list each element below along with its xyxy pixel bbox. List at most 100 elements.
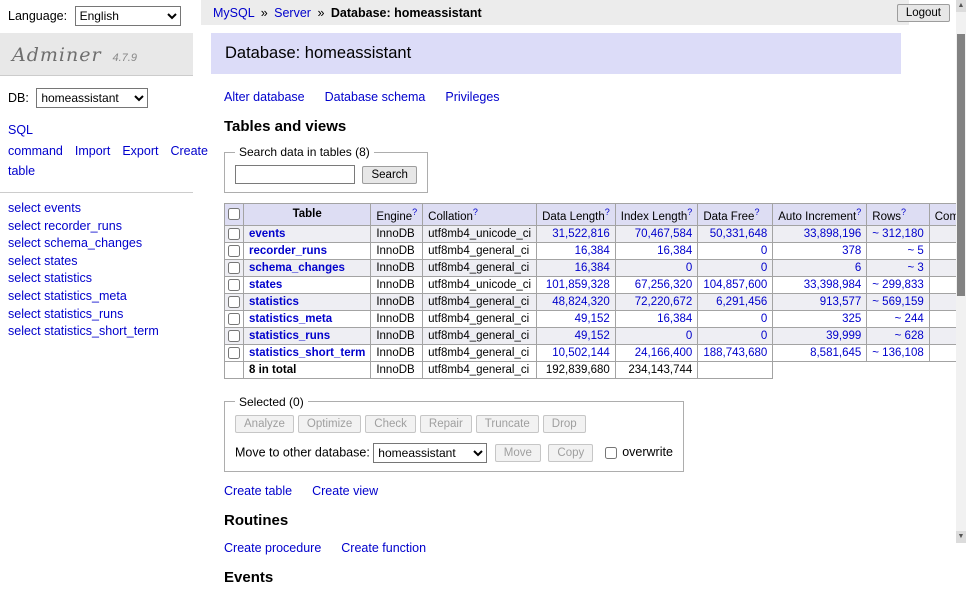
sidebar-table-link[interactable]: select schema_changes bbox=[8, 236, 142, 250]
create-link[interactable]: Create view bbox=[312, 484, 378, 498]
data-free-cell-link[interactable]: 0 bbox=[761, 245, 767, 257]
data-length-cell-link[interactable]: 16,384 bbox=[575, 262, 610, 274]
sidebar-action-link[interactable]: SQL command bbox=[8, 123, 63, 158]
data-length-cell-link[interactable]: 101,859,328 bbox=[546, 279, 610, 291]
index-length-cell-link[interactable]: 24,166,400 bbox=[635, 347, 693, 359]
move-button[interactable]: Move bbox=[495, 444, 541, 462]
select-all-checkbox[interactable] bbox=[228, 208, 240, 220]
row-checkbox[interactable] bbox=[228, 262, 240, 274]
table-name-link[interactable]: recorder_runs bbox=[249, 245, 327, 257]
auto-increment-cell-link[interactable]: 378 bbox=[842, 245, 861, 257]
overwrite-label[interactable]: overwrite bbox=[622, 445, 673, 459]
breadcrumb-server-link[interactable]: Server bbox=[274, 6, 311, 20]
rows-cell-link[interactable]: ~ 136,108 bbox=[872, 347, 923, 359]
table-name-link[interactable]: states bbox=[249, 279, 282, 291]
search-input[interactable] bbox=[235, 165, 355, 184]
help-icon[interactable]: ? bbox=[412, 207, 417, 217]
help-icon[interactable]: ? bbox=[901, 207, 906, 217]
index-length-cell-link[interactable]: 67,256,320 bbox=[635, 279, 693, 291]
search-button[interactable]: Search bbox=[362, 166, 416, 184]
row-checkbox[interactable] bbox=[228, 296, 240, 308]
help-icon[interactable]: ? bbox=[754, 207, 759, 217]
table-name-link[interactable]: events bbox=[249, 228, 285, 240]
move-db-select[interactable]: homeassistant bbox=[373, 443, 487, 463]
sidebar-action-link[interactable]: Export bbox=[122, 144, 158, 158]
table-name-link[interactable]: statistics bbox=[249, 296, 299, 308]
rows-cell-link[interactable]: ~ 569,159 bbox=[872, 296, 923, 308]
auto-increment-cell-link[interactable]: 33,898,196 bbox=[804, 228, 862, 240]
data-free-cell-link[interactable]: 0 bbox=[761, 313, 767, 325]
db-nav-link[interactable]: Privileges bbox=[445, 90, 499, 104]
scrollbar[interactable]: ▲ ▼ bbox=[956, 0, 966, 543]
scrollbar-up-arrow[interactable]: ▲ bbox=[956, 0, 966, 12]
repair-button[interactable]: Repair bbox=[420, 415, 472, 433]
data-length-cell-link[interactable]: 48,824,320 bbox=[552, 296, 610, 308]
row-checkbox[interactable] bbox=[228, 313, 240, 325]
drop-button[interactable]: Drop bbox=[543, 415, 586, 433]
data-length-cell-link[interactable]: 49,152 bbox=[575, 330, 610, 342]
data-free-cell-link[interactable]: 50,331,648 bbox=[710, 228, 768, 240]
sidebar-action-link[interactable]: Import bbox=[75, 144, 110, 158]
data-free-cell-link[interactable]: 0 bbox=[761, 262, 767, 274]
table-name-link[interactable]: statistics_meta bbox=[249, 313, 332, 325]
analyze-button[interactable]: Analyze bbox=[235, 415, 294, 433]
help-icon[interactable]: ? bbox=[687, 207, 692, 217]
db-nav-link[interactable]: Database schema bbox=[325, 90, 426, 104]
row-checkbox[interactable] bbox=[228, 245, 240, 257]
data-free-cell-link[interactable]: 188,743,680 bbox=[703, 347, 767, 359]
sidebar-table-link[interactable]: select statistics_short_term bbox=[8, 324, 159, 338]
copy-button[interactable]: Copy bbox=[548, 444, 593, 462]
scrollbar-down-arrow[interactable]: ▼ bbox=[956, 531, 966, 543]
overwrite-checkbox[interactable] bbox=[605, 447, 617, 459]
table-name-link[interactable]: schema_changes bbox=[249, 262, 345, 274]
rows-cell-link[interactable]: ~ 3 bbox=[907, 262, 923, 274]
auto-increment-cell-link[interactable]: 913,577 bbox=[820, 296, 862, 308]
sidebar-table-link[interactable]: select events bbox=[8, 201, 81, 215]
help-icon[interactable]: ? bbox=[605, 207, 610, 217]
row-checkbox[interactable] bbox=[228, 347, 240, 359]
rows-cell-link[interactable]: ~ 299,833 bbox=[872, 279, 923, 291]
logout-button[interactable]: Logout bbox=[897, 4, 950, 22]
data-length-cell-link[interactable]: 31,522,816 bbox=[552, 228, 610, 240]
sidebar-table-link[interactable]: select states bbox=[8, 254, 77, 268]
row-checkbox[interactable] bbox=[228, 228, 240, 240]
auto-increment-cell-link[interactable]: 39,999 bbox=[826, 330, 861, 342]
table-name-link[interactable]: statistics_short_term bbox=[249, 347, 365, 359]
index-length-cell-link[interactable]: 72,220,672 bbox=[635, 296, 693, 308]
index-length-cell-link[interactable]: 16,384 bbox=[657, 245, 692, 257]
rows-cell-link[interactable]: ~ 628 bbox=[895, 330, 924, 342]
auto-increment-cell-link[interactable]: 6 bbox=[855, 262, 861, 274]
rows-cell-link[interactable]: ~ 312,180 bbox=[872, 228, 923, 240]
data-free-cell-link[interactable]: 0 bbox=[761, 330, 767, 342]
db-nav-link[interactable]: Alter database bbox=[224, 90, 305, 104]
auto-increment-cell-link[interactable]: 33,398,984 bbox=[804, 279, 862, 291]
sidebar-table-link[interactable]: select statistics bbox=[8, 271, 92, 285]
sidebar-table-link[interactable]: select statistics_runs bbox=[8, 307, 123, 321]
language-select[interactable]: English bbox=[75, 6, 181, 26]
sidebar-table-link[interactable]: select statistics_meta bbox=[8, 289, 127, 303]
create-link[interactable]: Create table bbox=[224, 484, 292, 498]
check-button[interactable]: Check bbox=[365, 415, 416, 433]
index-length-cell-link[interactable]: 70,467,584 bbox=[635, 228, 693, 240]
rows-cell-link[interactable]: ~ 244 bbox=[895, 313, 924, 325]
index-length-cell-link[interactable]: 16,384 bbox=[657, 313, 692, 325]
data-free-cell-link[interactable]: 104,857,600 bbox=[703, 279, 767, 291]
rows-cell-link[interactable]: ~ 5 bbox=[907, 245, 923, 257]
data-length-cell-link[interactable]: 16,384 bbox=[575, 245, 610, 257]
optimize-button[interactable]: Optimize bbox=[298, 415, 361, 433]
table-name-link[interactable]: statistics_runs bbox=[249, 330, 330, 342]
sidebar-table-link[interactable]: select recorder_runs bbox=[8, 219, 122, 233]
auto-increment-cell-link[interactable]: 325 bbox=[842, 313, 861, 325]
index-length-cell-link[interactable]: 0 bbox=[686, 330, 692, 342]
help-icon[interactable]: ? bbox=[856, 207, 861, 217]
row-checkbox[interactable] bbox=[228, 279, 240, 291]
scrollbar-thumb[interactable] bbox=[957, 34, 965, 296]
data-free-cell-link[interactable]: 6,291,456 bbox=[716, 296, 767, 308]
row-checkbox[interactable] bbox=[228, 330, 240, 342]
auto-increment-cell-link[interactable]: 8,581,645 bbox=[810, 347, 861, 359]
db-select[interactable]: homeassistant bbox=[36, 88, 148, 108]
data-length-cell-link[interactable]: 49,152 bbox=[575, 313, 610, 325]
index-length-cell-link[interactable]: 0 bbox=[686, 262, 692, 274]
help-icon[interactable]: ? bbox=[473, 207, 478, 217]
breadcrumb-mysql-link[interactable]: MySQL bbox=[213, 6, 254, 20]
